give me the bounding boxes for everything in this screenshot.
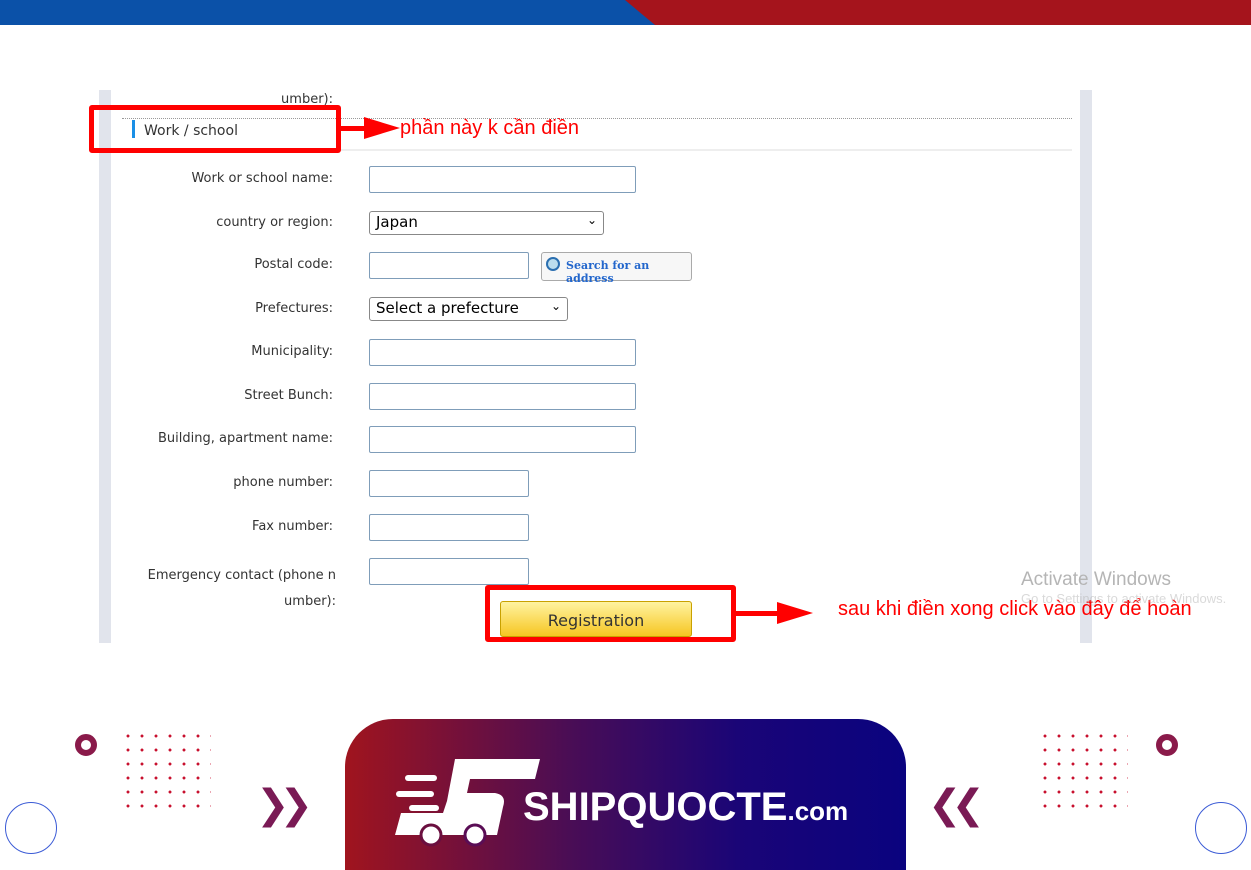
circle-dot-icon: [75, 734, 97, 756]
magnifier-icon: [546, 257, 560, 271]
street-input[interactable]: [369, 383, 636, 410]
emergency-label-line1: Emergency contact (phone n: [147, 568, 336, 583]
arrow-icon: [735, 602, 813, 624]
municipality-label: Municipality:: [251, 344, 333, 359]
highlight-box-section: [89, 105, 341, 153]
building-input[interactable]: [369, 426, 636, 453]
search-address-button[interactable]: Search for an address: [541, 252, 692, 285]
double-chevron-right-icon: ❯❯: [256, 782, 313, 828]
phone-label: phone number:: [233, 475, 333, 490]
brand-suffix: .com: [787, 796, 849, 826]
form-panel: umber): Work / school Work or school nam…: [99, 90, 1092, 643]
country-label: country or region:: [216, 215, 333, 230]
postal-label: Postal code:: [254, 257, 333, 272]
fax-label: Fax number:: [252, 519, 333, 534]
emergency-label: Emergency contact (phone n umber):: [101, 563, 336, 615]
prefecture-select[interactable]: Select a prefecture ⌄: [369, 297, 568, 321]
dot-grid: [1038, 729, 1128, 809]
phone-input[interactable]: [369, 470, 529, 497]
country-select[interactable]: Japan ⌄: [369, 211, 604, 235]
emergency-input[interactable]: [369, 558, 529, 585]
emergency-label-line2: umber):: [284, 594, 336, 609]
work-name-input[interactable]: [369, 166, 636, 193]
watermark-line1: Activate Windows: [1021, 569, 1171, 590]
shipquocte-logo: SHIPQUOCTE.com: [345, 719, 906, 870]
work-name-label: Work or school name:: [191, 171, 333, 186]
street-label: Street Bunch:: [244, 388, 333, 403]
fax-input[interactable]: [369, 514, 529, 541]
brand-name: SHIPQUOCTE.com: [523, 785, 848, 830]
highlight-box-submit: [485, 585, 736, 642]
dot-grid: [121, 729, 211, 809]
search-address-label: Search for an address: [566, 259, 650, 285]
top-banner-blue: [0, 0, 655, 25]
arrow-icon: [340, 117, 400, 139]
circle-dot-icon: [1156, 734, 1178, 756]
prefecture-label: Prefectures:: [255, 301, 333, 316]
country-value: Japan: [376, 213, 418, 231]
top-banner: [0, 0, 1251, 25]
municipality-input[interactable]: [369, 339, 636, 366]
postal-input[interactable]: [369, 252, 529, 279]
watermark-line2: Go to Settings to activate Windows.: [1021, 591, 1227, 606]
section-note: phần này k cần điền: [400, 117, 580, 139]
chevron-down-icon: ⌄: [550, 299, 561, 313]
prefecture-value: Select a prefecture: [376, 299, 519, 317]
ring-icon: [1195, 802, 1247, 854]
double-chevron-left-icon: ❮❮: [928, 782, 985, 828]
activate-windows-watermark: Activate Windows Go to Settings to activ…: [1021, 569, 1251, 606]
brand-name-text: SHIPQUOCTE: [523, 785, 788, 829]
building-label: Building, apartment name:: [157, 431, 333, 446]
ring-icon: [5, 802, 57, 854]
chevron-down-icon: ⌄: [586, 213, 597, 227]
